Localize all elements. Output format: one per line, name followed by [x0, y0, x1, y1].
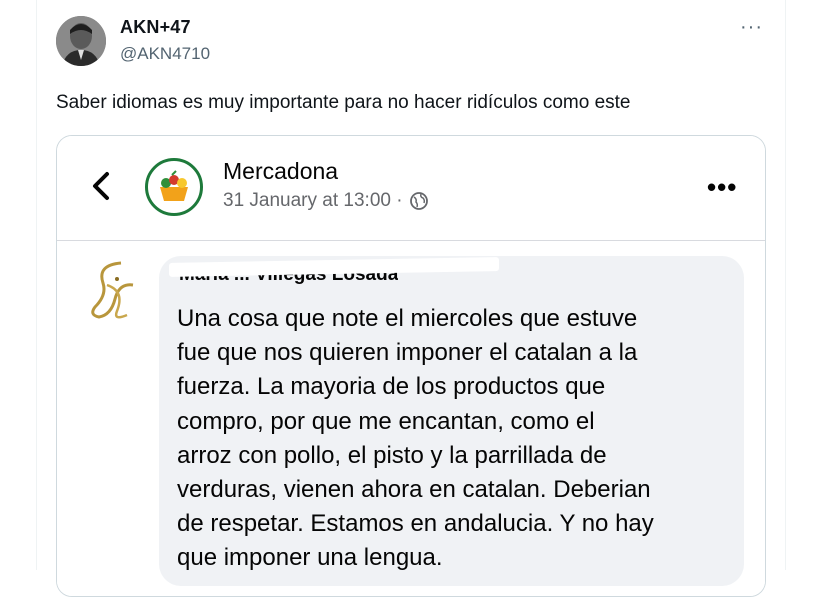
commenter-avatar[interactable]: [77, 255, 149, 327]
name-redaction: [169, 257, 499, 277]
tweet-text: Saber idiomas es muy importante para no …: [56, 92, 631, 113]
post-meta: 31 January at 13:00 ·: [223, 190, 429, 212]
fb-post-header: Mercadona 31 January at 13:00 · •••: [57, 136, 765, 241]
comment-bubble[interactable]: Maria ... Villegas Losada Una cosa que n…: [159, 256, 744, 586]
page-name[interactable]: Mercadona: [223, 158, 338, 185]
post-timestamp: 31 January at 13:00 ·: [223, 190, 403, 211]
back-chevron-icon[interactable]: [87, 166, 117, 206]
author-avatar[interactable]: [56, 16, 106, 66]
comment-text: Una cosa que note el miercoles que estuv…: [177, 305, 654, 572]
tweet-more-button[interactable]: ···: [740, 16, 763, 39]
mercadona-logo-icon[interactable]: [145, 158, 203, 216]
author-handle[interactable]: @AKN4710: [120, 44, 210, 64]
comment-area: Maria ... Villegas Losada Una cosa que n…: [57, 241, 765, 596]
globe-icon: [409, 191, 429, 211]
author-name[interactable]: AKN+47: [120, 17, 191, 38]
embedded-screenshot[interactable]: Mercadona 31 January at 13:00 · ••• Mari…: [56, 135, 766, 597]
fb-more-button[interactable]: •••: [707, 172, 737, 203]
